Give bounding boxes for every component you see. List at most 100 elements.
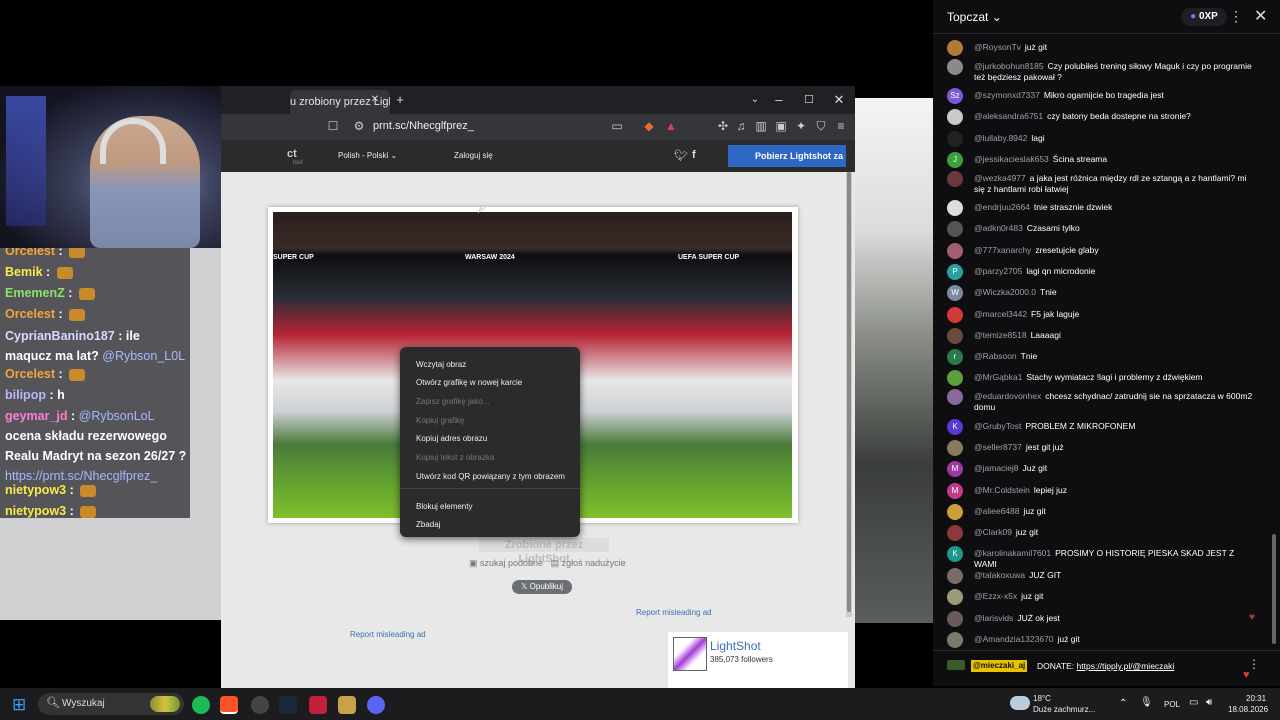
chat-username[interactable]: @777xanarchy xyxy=(974,245,1031,255)
chat-scrollbar-thumb[interactable] xyxy=(1272,534,1276,644)
chat-username[interactable]: @jamaciej8 xyxy=(974,463,1019,473)
download-button[interactable]: Pobierz Lightshot za da xyxy=(728,145,846,167)
chat-username[interactable]: @Wiczka2000.0 xyxy=(974,287,1036,297)
clock-date[interactable]: 18.08.2026 xyxy=(1228,705,1268,714)
search-similar-link[interactable]: ▣ szukaj podobne xyxy=(469,558,543,568)
chat-username[interactable]: @endrjuu2664 xyxy=(974,202,1030,212)
weather-icon[interactable] xyxy=(1010,696,1030,710)
chat-scrollbar[interactable] xyxy=(1272,34,1276,650)
wallet-icon[interactable]: ▣ xyxy=(773,118,789,134)
avatar[interactable] xyxy=(947,307,963,323)
chat-title[interactable]: Topczat ⌄ xyxy=(947,10,1002,24)
avatar[interactable]: K xyxy=(947,419,963,435)
discord-icon[interactable] xyxy=(367,696,385,714)
donate-menu-icon[interactable]: ⋮ xyxy=(1248,657,1260,671)
avatar[interactable] xyxy=(947,504,963,520)
tab-close-icon[interactable]: ✕ xyxy=(365,90,385,110)
microphone-icon[interactable]: 🎙︎ xyxy=(1140,697,1153,708)
chat-close-icon[interactable]: ✕ xyxy=(1254,6,1267,26)
context-menu-item[interactable]: Wczytaj obraz xyxy=(416,360,466,369)
avatar[interactable] xyxy=(947,568,963,584)
context-menu-item[interactable]: Zbadaj xyxy=(416,520,440,529)
context-menu-item[interactable]: Otwórz grafikę w nowej karcie xyxy=(416,378,522,387)
lightshot-follow-card[interactable]: LightShot 385,073 followers xyxy=(668,632,848,688)
chat-username[interactable]: @aliee6488 xyxy=(974,506,1020,516)
bookmark-icon[interactable]: ☐ xyxy=(325,118,341,134)
heart-icon[interactable]: ♥ xyxy=(1243,669,1250,681)
avatar[interactable] xyxy=(947,221,963,237)
chat-username[interactable]: @wezka4977 xyxy=(974,173,1026,183)
context-menu-item[interactable]: Utwórz kod QR powiązany z tym obrazem xyxy=(416,472,565,481)
cast-icon[interactable]: ▭ xyxy=(609,118,625,134)
chat-username[interactable]: @GrubyTost xyxy=(974,421,1021,431)
donate-link[interactable]: https://tipply.pl/@mieczaki xyxy=(1077,661,1175,671)
chat-username[interactable]: @Mr.Coldstein xyxy=(974,485,1030,495)
site-logo[interactable]: ct xyxy=(287,148,297,160)
tab-list-icon[interactable]: ⌄ xyxy=(745,90,765,110)
language-select[interactable]: Polish - Polski ⌄ xyxy=(338,151,397,160)
avatar[interactable] xyxy=(947,632,963,648)
brave-shields-icon[interactable]: ◆ xyxy=(641,118,657,134)
chat-username[interactable]: @parzy2705 xyxy=(974,266,1022,276)
chat-username[interactable]: @Rabsoon xyxy=(974,351,1017,361)
avatar[interactable] xyxy=(947,370,963,386)
chat-username[interactable]: @larisvids xyxy=(974,613,1013,623)
taskbar-search[interactable]: 🔍︎ Wyszukaj xyxy=(38,693,184,715)
chrome-icon[interactable] xyxy=(251,696,269,714)
url-field[interactable]: prnt.sc/Nhecglfprez_ xyxy=(373,120,474,132)
brave-taskbar-icon[interactable] xyxy=(220,696,238,714)
new-tab-button[interactable]: + xyxy=(390,90,410,110)
chat-username[interactable]: @jessikacieslak653 xyxy=(974,154,1049,164)
windows-start-icon[interactable]: ⊞ xyxy=(12,696,30,714)
site-settings-icon[interactable]: ⚙ xyxy=(351,118,367,134)
avatar[interactable] xyxy=(947,589,963,605)
avatar[interactable] xyxy=(947,171,963,187)
login-link[interactable]: Zaloguj się xyxy=(454,151,493,160)
language-indicator[interactable]: POL xyxy=(1164,700,1180,709)
browser-scrollbar-thumb[interactable] xyxy=(847,172,851,612)
chat-username[interactable]: @RoysonTv xyxy=(974,42,1021,52)
volume-icon[interactable]: 🔊︎ xyxy=(1206,697,1212,708)
avatar[interactable] xyxy=(947,243,963,259)
chat-menu-icon[interactable]: ⋮ xyxy=(1229,8,1243,25)
avatar[interactable] xyxy=(947,328,963,344)
avatar[interactable]: r xyxy=(947,349,963,365)
steam-icon[interactable] xyxy=(279,696,297,714)
chat-username[interactable]: @Ezzx-x5x xyxy=(974,591,1017,601)
context-menu-item[interactable]: Kopiuj adres obrazu xyxy=(416,434,487,443)
avatar[interactable] xyxy=(947,611,963,627)
chat-username[interactable]: @Amandzia1323670 xyxy=(974,634,1054,644)
chat-username[interactable]: @lullaby.8942 xyxy=(974,133,1027,143)
browser-scrollbar[interactable] xyxy=(846,172,852,617)
chat-username[interactable]: @szymonxd7337 xyxy=(974,90,1040,100)
avatar[interactable] xyxy=(947,40,963,56)
context-menu-item[interactable]: Blokuj elementy xyxy=(416,502,472,511)
xp-badge[interactable]: ● 0XP xyxy=(1181,8,1227,26)
avatar[interactable]: P xyxy=(947,264,963,280)
close-window-icon[interactable]: ✕ xyxy=(829,90,849,110)
menu-icon[interactable]: ≡ xyxy=(833,118,849,134)
avatar[interactable] xyxy=(947,200,963,216)
avatar[interactable]: M xyxy=(947,483,963,499)
publish-button[interactable]: 𝕏 Opublikuj xyxy=(512,580,572,594)
minimize-icon[interactable]: – xyxy=(769,90,789,110)
chat-username[interactable]: @aleksandra6751 xyxy=(974,111,1043,121)
league-icon[interactable] xyxy=(338,696,356,714)
brave-rewards-icon[interactable]: ▲ xyxy=(663,118,679,134)
spotify-icon[interactable] xyxy=(192,696,210,714)
report-link[interactable]: ▤ zgłoś nadużycie xyxy=(551,558,626,568)
avatar[interactable]: K xyxy=(947,546,963,562)
avatar[interactable]: M xyxy=(947,461,963,477)
chat-username[interactable]: @karolinakamil7601 xyxy=(974,548,1051,558)
chat-username[interactable]: @seller8737 xyxy=(974,442,1022,452)
avatar[interactable] xyxy=(947,440,963,456)
clock-time[interactable]: 20:31 xyxy=(1246,694,1266,703)
music-icon[interactable]: ♫ xyxy=(733,118,749,134)
avatar[interactable]: Sz xyxy=(947,88,963,104)
chat-username[interactable]: @Clark09 xyxy=(974,527,1012,537)
report-ad-link[interactable]: Report misleading ad xyxy=(636,608,712,617)
chat-username[interactable]: @talakoxuwa xyxy=(974,570,1025,580)
avatar[interactable] xyxy=(947,525,963,541)
report-ad-link-2[interactable]: Report misleading ad xyxy=(350,630,426,639)
app-x-icon[interactable] xyxy=(309,696,327,714)
